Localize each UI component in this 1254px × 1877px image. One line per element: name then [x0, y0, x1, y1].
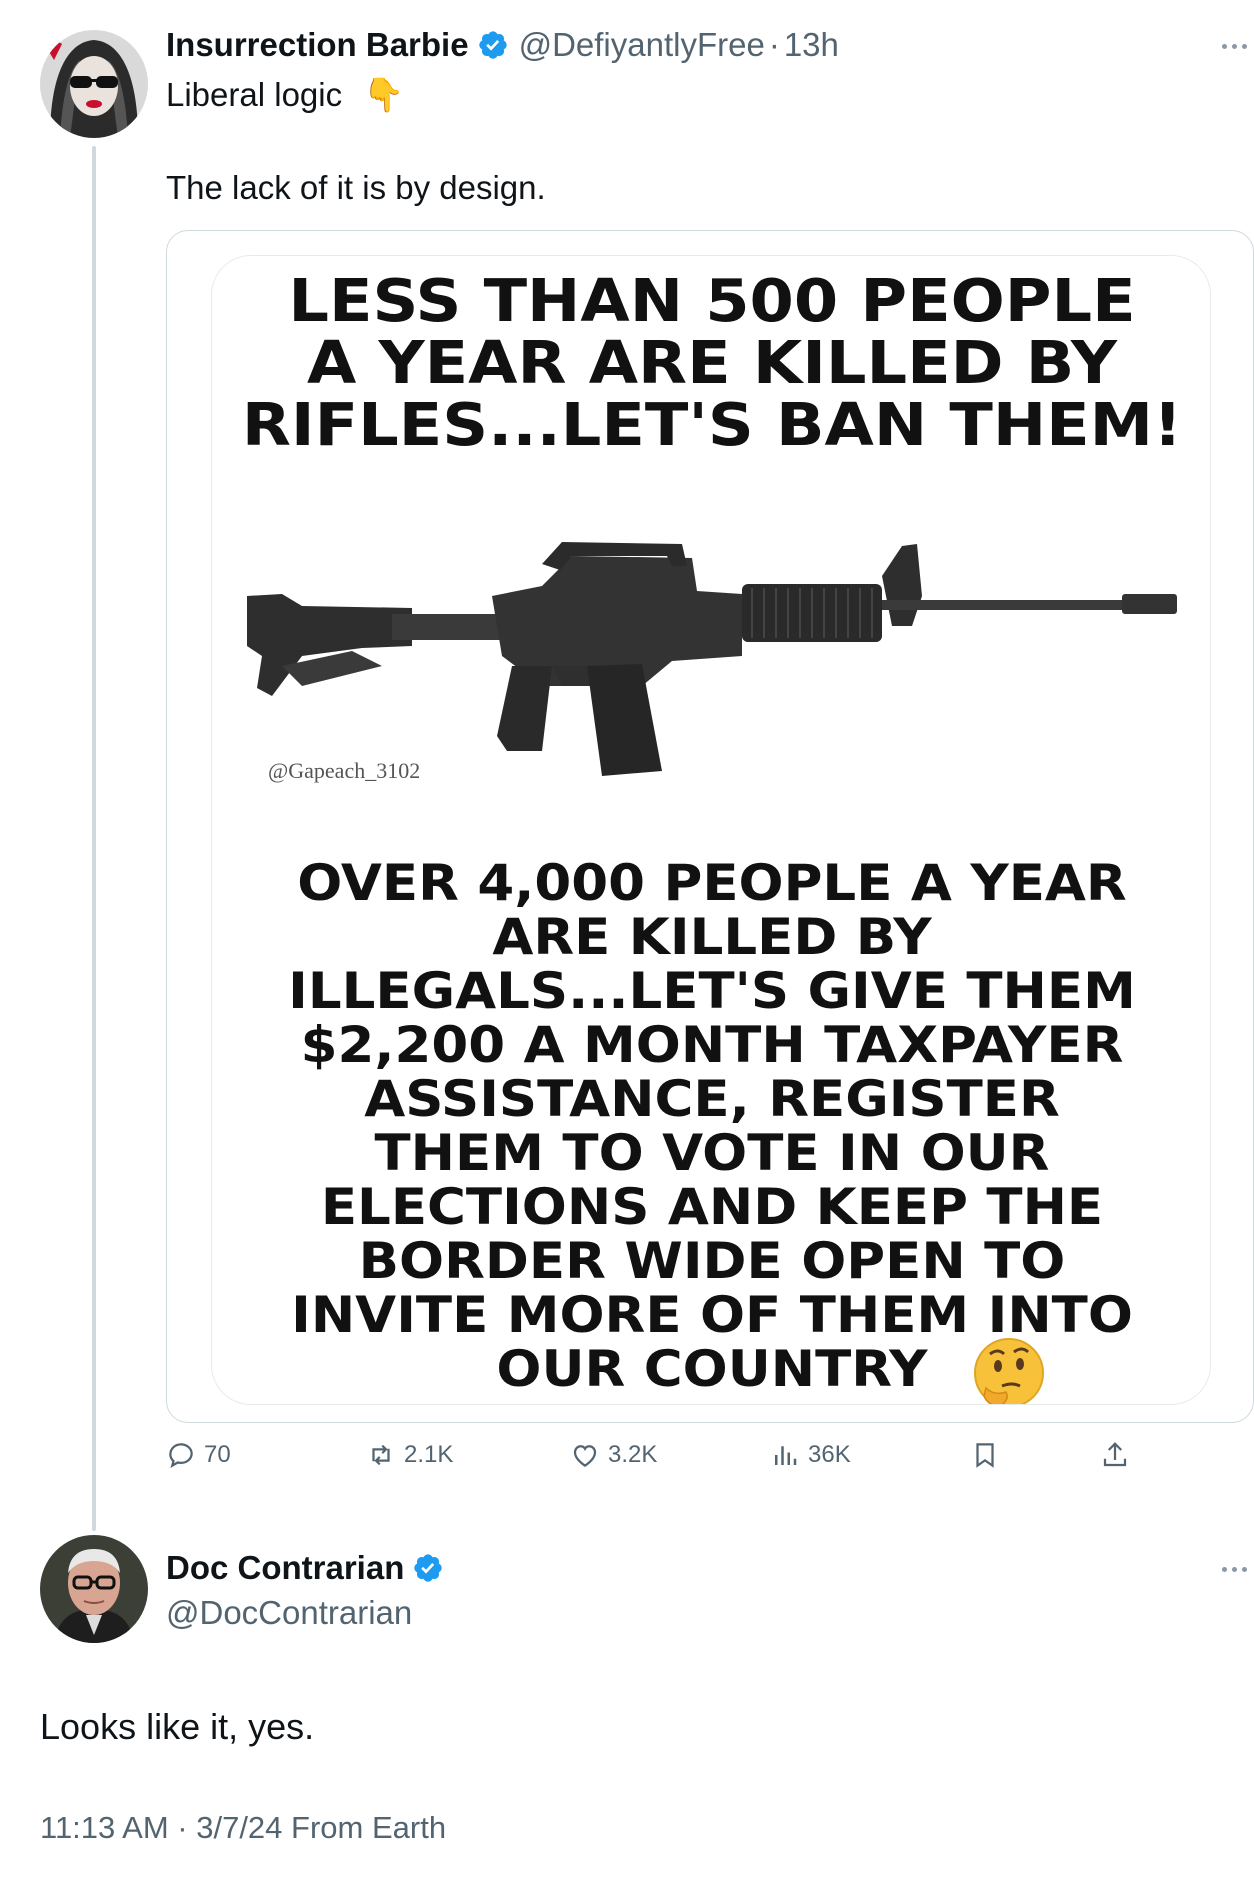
more-icon[interactable] [1222, 44, 1247, 49]
share-button[interactable] [1100, 1440, 1130, 1470]
bookmark-icon [976, 1443, 994, 1468]
reply-button[interactable]: 70 [166, 1440, 231, 1470]
tweet-time[interactable]: 13h [784, 26, 839, 64]
like-count: 3.2K [608, 1441, 658, 1468]
repost-button[interactable]: 2.1K [366, 1440, 453, 1470]
author-display-name[interactable]: Insurrection Barbie [166, 26, 469, 64]
like-button[interactable]: 3.2K [570, 1440, 657, 1470]
more-icon[interactable] [1222, 1567, 1247, 1572]
reply-timestamp[interactable]: 11:13 AM · 3/7/24 From Earth [40, 1810, 446, 1846]
repost-count: 2.1K [404, 1441, 454, 1468]
tweet-actions: 70 2.1K 3.2K 36K [166, 1440, 1166, 1480]
views-icon [775, 1446, 797, 1465]
reply-count: 70 [204, 1441, 231, 1468]
meme-image: LESS THAN 500 PEOPLE A YEAR ARE KILLED B… [211, 255, 1211, 1405]
reply-icon [169, 1443, 193, 1468]
author-handle[interactable]: @DefiyantlyFree [519, 26, 765, 64]
views-button[interactable]: 36K [770, 1440, 851, 1470]
author-avatar[interactable] [40, 30, 148, 138]
meme-top-text: LESS THAN 500 PEOPLE A YEAR ARE KILLED B… [241, 266, 1183, 459]
rifle-image [247, 542, 1177, 776]
tweet-text-line-1: Liberal logic 👇 [166, 76, 404, 115]
thinking-face-emoji [974, 1338, 1044, 1404]
tweet-header: Insurrection Barbie @DefiyantlyFree · 13… [166, 26, 839, 64]
reply-header: Doc Contrarian [166, 1549, 444, 1587]
repost-icon [372, 1444, 390, 1466]
tweet-text: Liberal logic [166, 76, 343, 113]
bookmark-button[interactable] [970, 1440, 1000, 1470]
reply-text: Looks like it, yes. [40, 1706, 315, 1747]
reply-author-display-name[interactable]: Doc Contrarian [166, 1549, 404, 1587]
verified-badge-icon [414, 1554, 443, 1582]
tweet-text-line-2: The lack of it is by design. [166, 169, 546, 206]
thread-connector-line [92, 146, 96, 1531]
pointing-down-emoji: 👇 [363, 76, 405, 113]
reply-author-avatar[interactable] [40, 1535, 148, 1643]
share-icon [1103, 1442, 1127, 1467]
separator-dot: · [768, 26, 780, 63]
meme-bottom-text: OVER 4,000 PEOPLE A YEAR ARE KILLED BY I… [288, 854, 1136, 1398]
reply-author-handle[interactable]: @DocContrarian [166, 1594, 412, 1632]
like-icon [573, 1445, 597, 1467]
tweet-media[interactable]: LESS THAN 500 PEOPLE A YEAR ARE KILLED B… [166, 230, 1254, 1423]
meme-watermark: @Gapeach_3102 [268, 758, 421, 783]
views-count: 36K [808, 1441, 851, 1468]
verified-badge-icon [478, 31, 507, 59]
